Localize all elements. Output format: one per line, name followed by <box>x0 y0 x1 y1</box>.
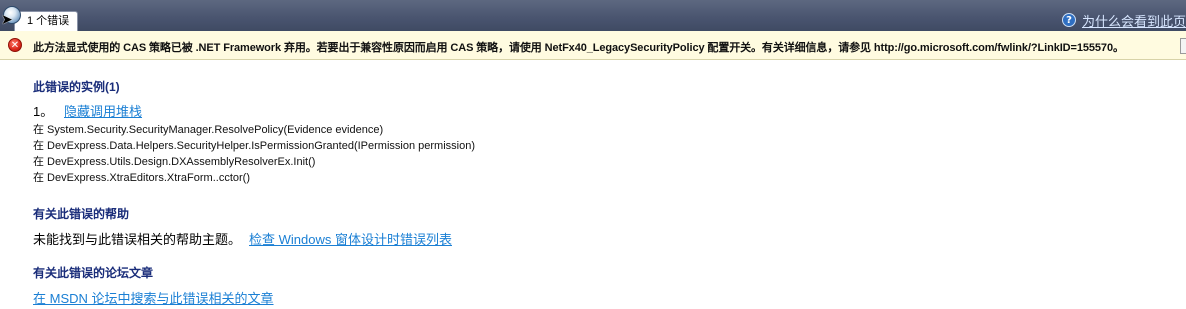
stack-frame: 在 DevExpress.XtraEditors.XtraForm..cctor… <box>33 172 250 184</box>
forum-section: 有关此错误的论坛文章 在 MSDN 论坛中搜索与此错误相关的文章 <box>33 264 274 307</box>
error-message-bar: ✕ 此方法显式使用的 CAS 策略已被 .NET Framework 弃用。若要… <box>0 31 1186 60</box>
forum-row: 在 MSDN 论坛中搜索与此错误相关的文章 <box>33 288 274 307</box>
instance-number: 1。 <box>33 104 54 119</box>
help-section: 有关此错误的帮助 未能找到与此错误相关的帮助主题。 检查 Windows 窗体设… <box>33 205 452 248</box>
designer-error-header: ➤ 1 个错误 ? 为什么会看到此页 <box>0 0 1186 31</box>
help-heading: 有关此错误的帮助 <box>33 207 130 221</box>
why-page-link-group[interactable]: ? 为什么会看到此页 <box>1061 11 1186 30</box>
error-icon: ✕ <box>8 38 22 52</box>
stack-frame: 在 System.Security.SecurityManager.Resolv… <box>33 124 384 136</box>
hide-call-stack-link[interactable]: 隐藏调用堆栈 <box>64 101 142 120</box>
error-instances-section: 此错误的实例(1) 1。 隐藏调用堆栈 在 System.Security.Se… <box>33 78 1173 186</box>
question-icon: ? <box>1061 13 1076 27</box>
forum-heading: 有关此错误的论坛文章 <box>33 266 154 280</box>
instance-item: 1。 隐藏调用堆栈 <box>33 101 1173 120</box>
tab-error-count[interactable]: 1 个错误 <box>14 11 79 31</box>
message-scrollbar[interactable] <box>1180 38 1186 54</box>
tab-error-count-label: 1 个错误 <box>27 15 70 27</box>
instances-heading: 此错误的实例(1) <box>33 80 120 94</box>
mouse-cursor-icon: ➤ <box>1 12 13 28</box>
check-designer-errors-link[interactable]: 检查 Windows 窗体设计时错误列表 <box>249 229 452 248</box>
error-message-text: 此方法显式使用的 CAS 策略已被 .NET Framework 弃用。若要出于… <box>33 42 1124 54</box>
call-stack: 在 System.Security.SecurityManager.Resolv… <box>33 122 1173 186</box>
search-msdn-forum-link[interactable]: 在 MSDN 论坛中搜索与此错误相关的文章 <box>33 291 274 306</box>
why-see-page-link[interactable]: 为什么会看到此页 <box>1082 11 1186 30</box>
stack-frame: 在 DevExpress.Utils.Design.DXAssemblyReso… <box>33 156 316 168</box>
help-not-found-text: 未能找到与此错误相关的帮助主题。 <box>33 232 242 247</box>
stack-frame: 在 DevExpress.Data.Helpers.SecurityHelper… <box>33 140 475 152</box>
help-row: 未能找到与此错误相关的帮助主题。 检查 Windows 窗体设计时错误列表 <box>33 229 452 248</box>
